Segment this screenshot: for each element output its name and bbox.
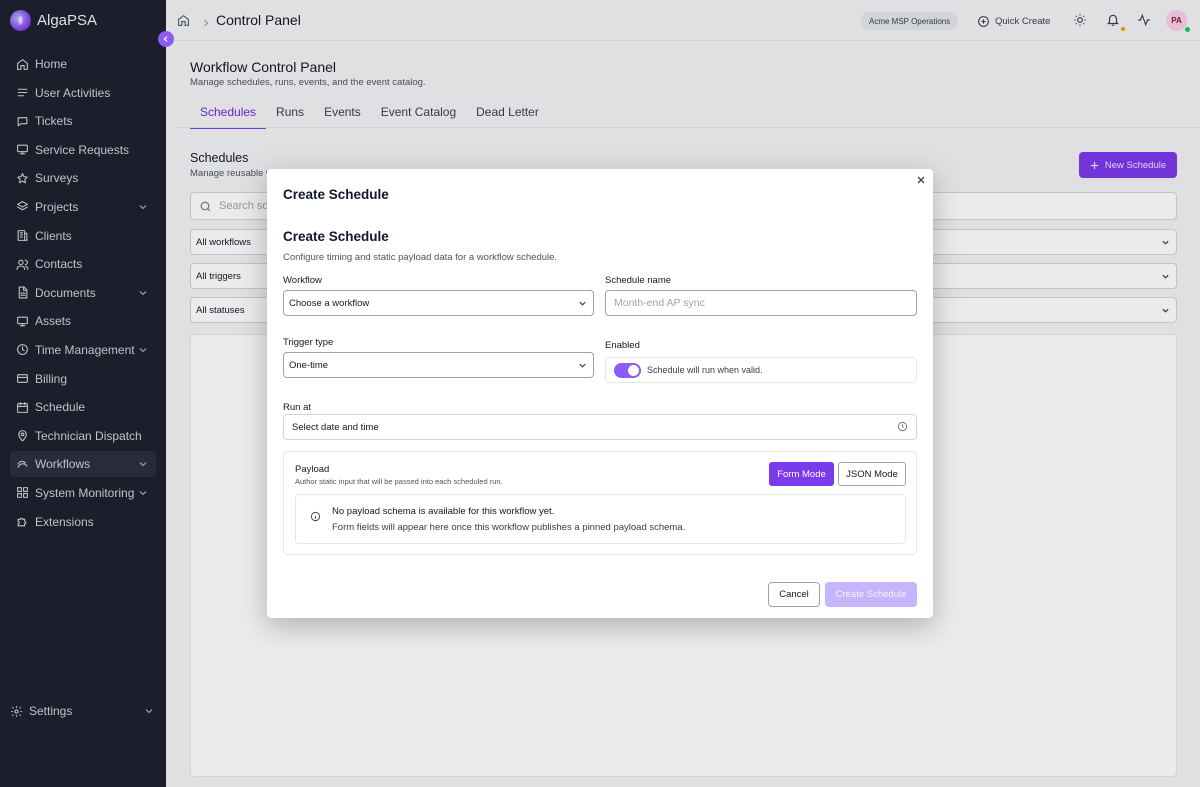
toggle-knob (628, 364, 639, 376)
workflow-select-value: Choose a workflow (289, 297, 370, 309)
schedule-name-placeholder: Month-end AP sync (614, 297, 705, 309)
payload-schema-notice: No payload schema is available for this … (295, 494, 906, 544)
workflow-select[interactable]: Choose a workflow (283, 290, 594, 316)
enabled-description: Schedule will run when valid. (647, 365, 763, 375)
payload-card: Payload Author static input that will be… (283, 451, 917, 555)
form-title: Create Schedule (283, 229, 389, 244)
workflow-label: Workflow (283, 275, 322, 286)
notice-body: Form fields will appear here once this w… (332, 522, 686, 533)
payload-title: Payload (295, 464, 330, 475)
info-icon (310, 511, 321, 525)
run-at-label: Run at (283, 402, 311, 413)
run-at-value: Select date and time (292, 421, 379, 433)
schedule-name-label: Schedule name (605, 275, 672, 286)
chevron-down-icon (578, 361, 587, 373)
trigger-type-value: One-time (289, 359, 329, 371)
json-mode-button[interactable]: JSON Mode (838, 462, 906, 486)
enabled-label: Enabled (605, 340, 640, 351)
trigger-type-label: Trigger type (283, 337, 334, 348)
enabled-toggle-row: Schedule will run when valid. (605, 357, 917, 383)
enabled-toggle[interactable] (614, 362, 641, 378)
form-description: Configure timing and static payload data… (283, 252, 558, 263)
form-mode-button[interactable]: Form Mode (769, 462, 834, 486)
payload-subtitle: Author static input that will be passed … (295, 477, 503, 486)
sidebar-collapse-button[interactable] (158, 31, 174, 47)
trigger-type-select[interactable]: One-time (283, 352, 594, 378)
dialog-title: Create Schedule (283, 187, 389, 202)
cancel-button[interactable]: Cancel (768, 582, 820, 607)
chevron-left-icon (163, 36, 168, 42)
create-schedule-button[interactable]: Create Schedule (825, 582, 917, 607)
schedule-name-input[interactable]: Month-end AP sync (605, 290, 917, 316)
create-schedule-dialog: Create Schedule Create Schedule Configur… (267, 169, 933, 618)
run-at-datetime-picker[interactable]: Select date and time (283, 414, 917, 440)
notice-title: No payload schema is available for this … (332, 506, 555, 517)
close-icon[interactable] (916, 175, 926, 185)
clock-icon (897, 421, 908, 435)
chevron-down-icon (578, 299, 587, 311)
